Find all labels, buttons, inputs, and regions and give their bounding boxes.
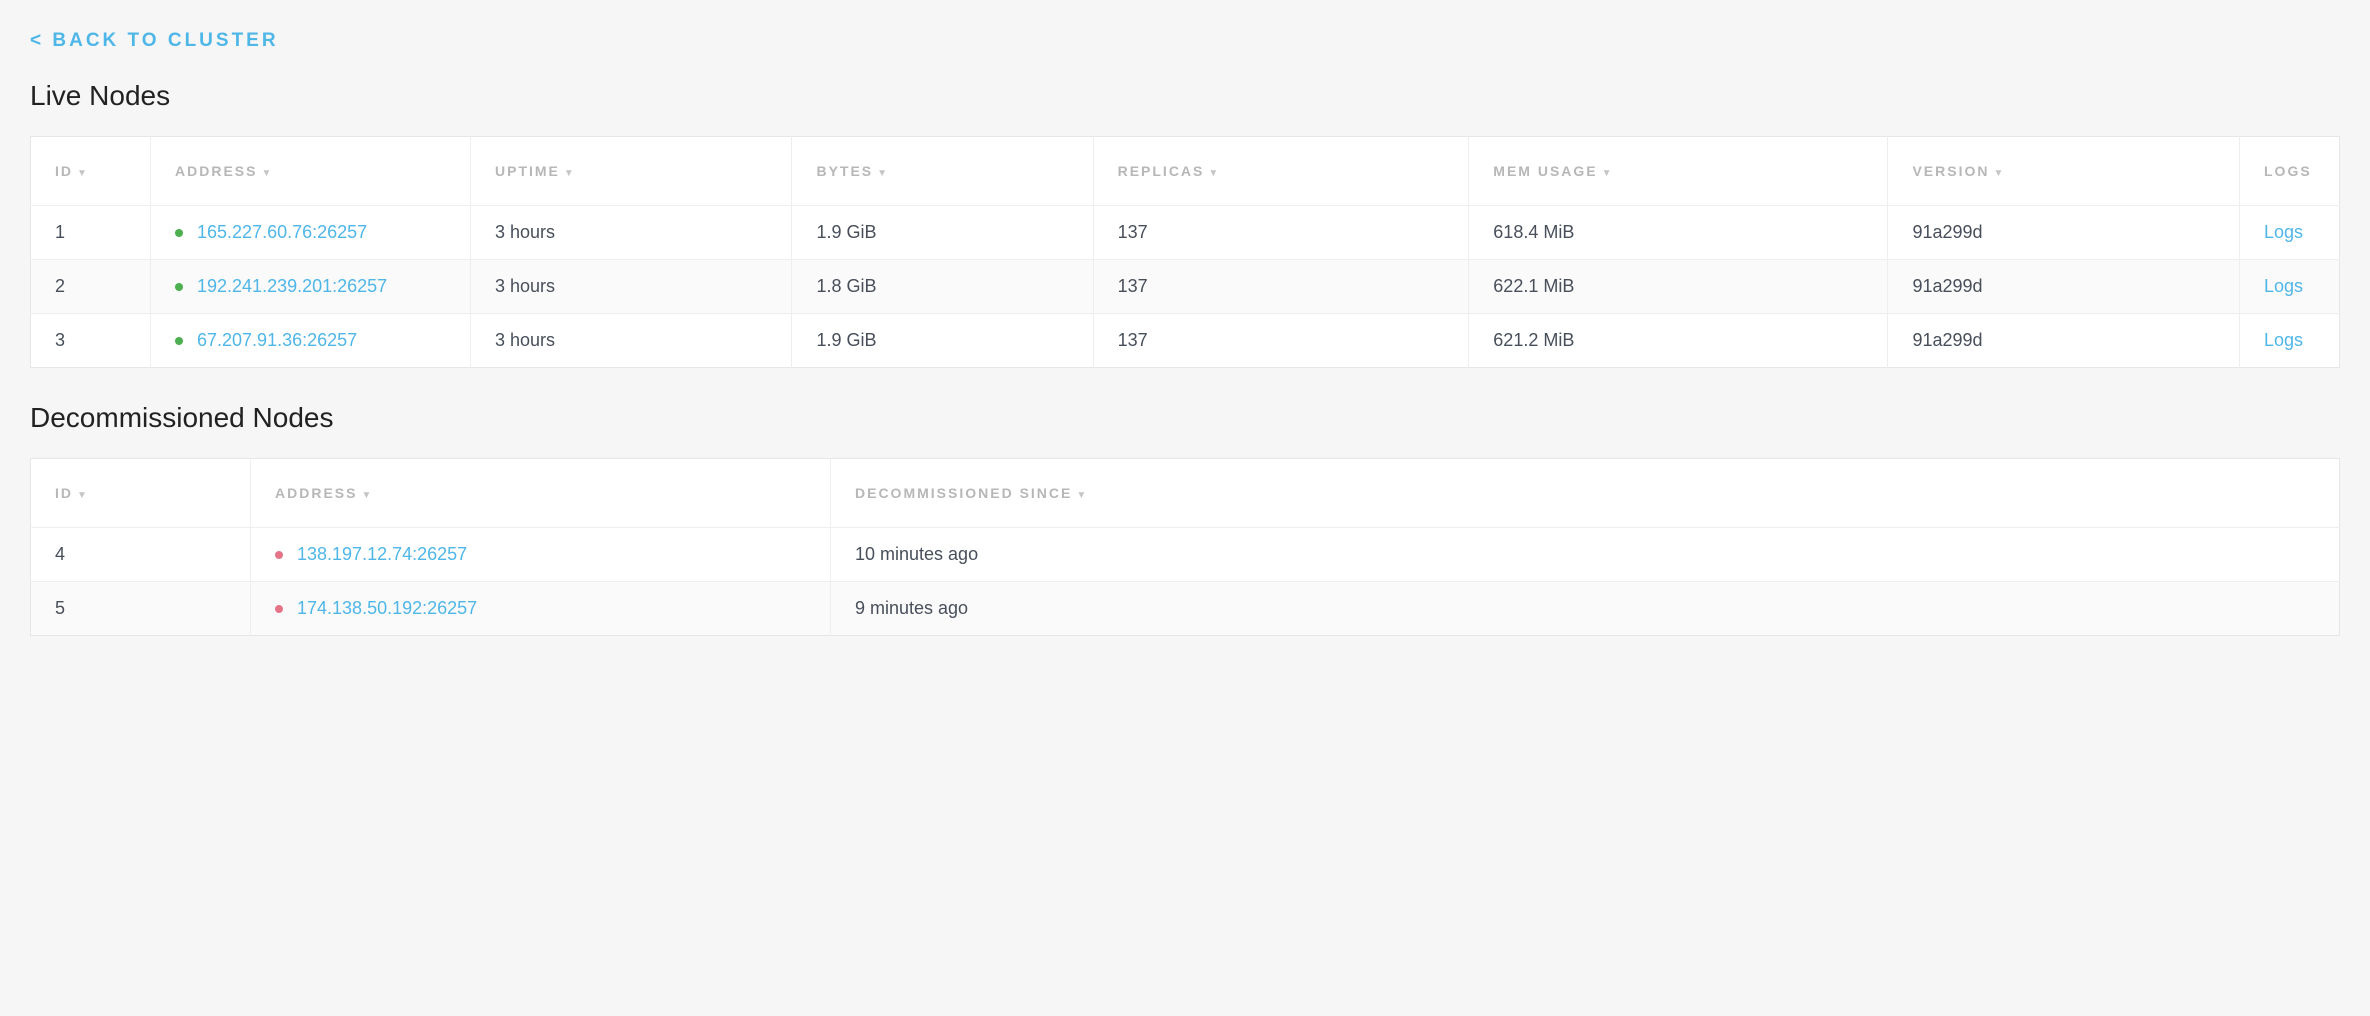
cell-address: 174.138.50.192:26257 — [251, 582, 831, 636]
cell-address: 165.227.60.76:26257 — [151, 206, 471, 260]
back-to-cluster-link[interactable]: < BACK TO CLUSTER — [30, 30, 279, 52]
live-header-uptime[interactable]: UPTIME ▼ — [471, 137, 792, 206]
cell-id: 1 — [31, 206, 151, 260]
live-header-id[interactable]: ID ▼ — [31, 137, 151, 206]
live-header-version-label: VERSION — [1912, 163, 1989, 179]
cell-replicas: 137 — [1093, 260, 1469, 314]
cell-replicas: 137 — [1093, 314, 1469, 368]
live-header-logs-label: LOGS — [2264, 163, 2312, 179]
table-row: 1 165.227.60.76:26257 3 hours1.9 GiB137618… — [31, 206, 2340, 260]
cell-address: 67.207.91.36:26257 — [151, 314, 471, 368]
cell-logs: Logs — [2240, 260, 2340, 314]
cell-decom-since: 10 minutes ago — [831, 528, 2340, 582]
live-header-replicas-label: REPLICAS — [1118, 163, 1205, 179]
node-address-link[interactable]: 174.138.50.192:26257 — [297, 598, 477, 618]
node-address-link[interactable]: 192.241.239.201:26257 — [197, 276, 387, 296]
cell-mem-usage: 622.1 MiB — [1469, 260, 1888, 314]
decommissioned-nodes-heading: Decommissioned Nodes — [30, 402, 2340, 434]
sort-icon: ▼ — [1993, 168, 2005, 179]
live-header-bytes[interactable]: BYTES ▼ — [792, 137, 1093, 206]
cell-id: 2 — [31, 260, 151, 314]
sort-icon: ▼ — [361, 490, 373, 501]
cell-bytes: 1.9 GiB — [792, 206, 1093, 260]
logs-link[interactable]: Logs — [2264, 222, 2303, 242]
cell-id: 5 — [31, 582, 251, 636]
cell-address: 192.241.239.201:26257 — [151, 260, 471, 314]
cell-decom-since: 9 minutes ago — [831, 582, 2340, 636]
live-header-bytes-label: BYTES — [816, 163, 873, 179]
table-row: 4 138.197.12.74:26257 10 minutes ago — [31, 528, 2340, 582]
decom-header-id-label: ID — [55, 485, 73, 501]
table-row: 3 67.207.91.36:26257 3 hours1.9 GiB137621.… — [31, 314, 2340, 368]
decom-header-since[interactable]: DECOMMISSIONED SINCE ▼ — [831, 459, 2340, 528]
sort-icon: ▼ — [564, 168, 576, 179]
live-header-mem-usage-label: MEM USAGE — [1493, 163, 1597, 179]
decom-header-since-label: DECOMMISSIONED SINCE — [855, 485, 1072, 501]
table-row: 5 174.138.50.192:26257 9 minutes ago — [31, 582, 2340, 636]
decom-header-address[interactable]: ADDRESS ▼ — [251, 459, 831, 528]
live-header-id-label: ID — [55, 163, 73, 179]
live-header-uptime-label: UPTIME — [495, 163, 560, 179]
status-dot-icon — [275, 605, 283, 613]
cell-uptime: 3 hours — [471, 314, 792, 368]
cell-version: 91a299d — [1888, 206, 2240, 260]
sort-icon: ▼ — [877, 168, 889, 179]
cell-version: 91a299d — [1888, 260, 2240, 314]
status-dot-icon — [175, 283, 183, 291]
cell-bytes: 1.9 GiB — [792, 314, 1093, 368]
sort-icon: ▼ — [1208, 168, 1220, 179]
cell-mem-usage: 621.2 MiB — [1469, 314, 1888, 368]
cell-address: 138.197.12.74:26257 — [251, 528, 831, 582]
cell-id: 3 — [31, 314, 151, 368]
cell-logs: Logs — [2240, 206, 2340, 260]
sort-icon: ▼ — [261, 168, 273, 179]
cell-replicas: 137 — [1093, 206, 1469, 260]
live-header-mem-usage[interactable]: MEM USAGE ▼ — [1469, 137, 1888, 206]
status-dot-icon — [175, 229, 183, 237]
status-dot-icon — [275, 551, 283, 559]
sort-icon: ▼ — [77, 168, 89, 179]
live-header-logs: LOGS — [2240, 137, 2340, 206]
decom-header-id[interactable]: ID ▼ — [31, 459, 251, 528]
decom-header-address-label: ADDRESS — [275, 485, 357, 501]
live-nodes-table: ID▼ ADDRESS▼ UPTIME▼ BYTES▼ REPLICAS▼ ME… — [30, 136, 2340, 368]
sort-icon: ▼ — [1076, 490, 1088, 501]
sort-icon: ▼ — [1602, 168, 1614, 179]
status-dot-icon — [175, 337, 183, 345]
live-header-replicas[interactable]: REPLICAS▼ — [1093, 137, 1469, 206]
cell-logs: Logs — [2240, 314, 2340, 368]
cell-uptime: 3 hours — [471, 260, 792, 314]
cell-version: 91a299d — [1888, 314, 2240, 368]
cell-uptime: 3 hours — [471, 206, 792, 260]
decommissioned-nodes-table: ID ▼ ADDRESS ▼ DECOMMISSIONED SINCE ▼ 4 138.… — [30, 458, 2340, 636]
live-header-address[interactable]: ADDRESS ▼ — [151, 137, 471, 206]
live-header-version[interactable]: VERSION ▼ — [1888, 137, 2240, 206]
logs-link[interactable]: Logs — [2264, 330, 2303, 350]
node-address-link[interactable]: 138.197.12.74:26257 — [297, 544, 467, 564]
logs-link[interactable]: Logs — [2264, 276, 2303, 296]
live-header-address-label: ADDRESS — [175, 163, 257, 179]
live-nodes-heading: Live Nodes — [30, 80, 2340, 112]
cell-bytes: 1.8 GiB — [792, 260, 1093, 314]
cell-id: 4 — [31, 528, 251, 582]
table-row: 2 192.241.239.201:26257 3 hours1.8 GiB1376… — [31, 260, 2340, 314]
node-address-link[interactable]: 67.207.91.36:26257 — [197, 330, 357, 350]
node-address-link[interactable]: 165.227.60.76:26257 — [197, 222, 367, 242]
sort-icon: ▼ — [77, 490, 89, 501]
cell-mem-usage: 618.4 MiB — [1469, 206, 1888, 260]
